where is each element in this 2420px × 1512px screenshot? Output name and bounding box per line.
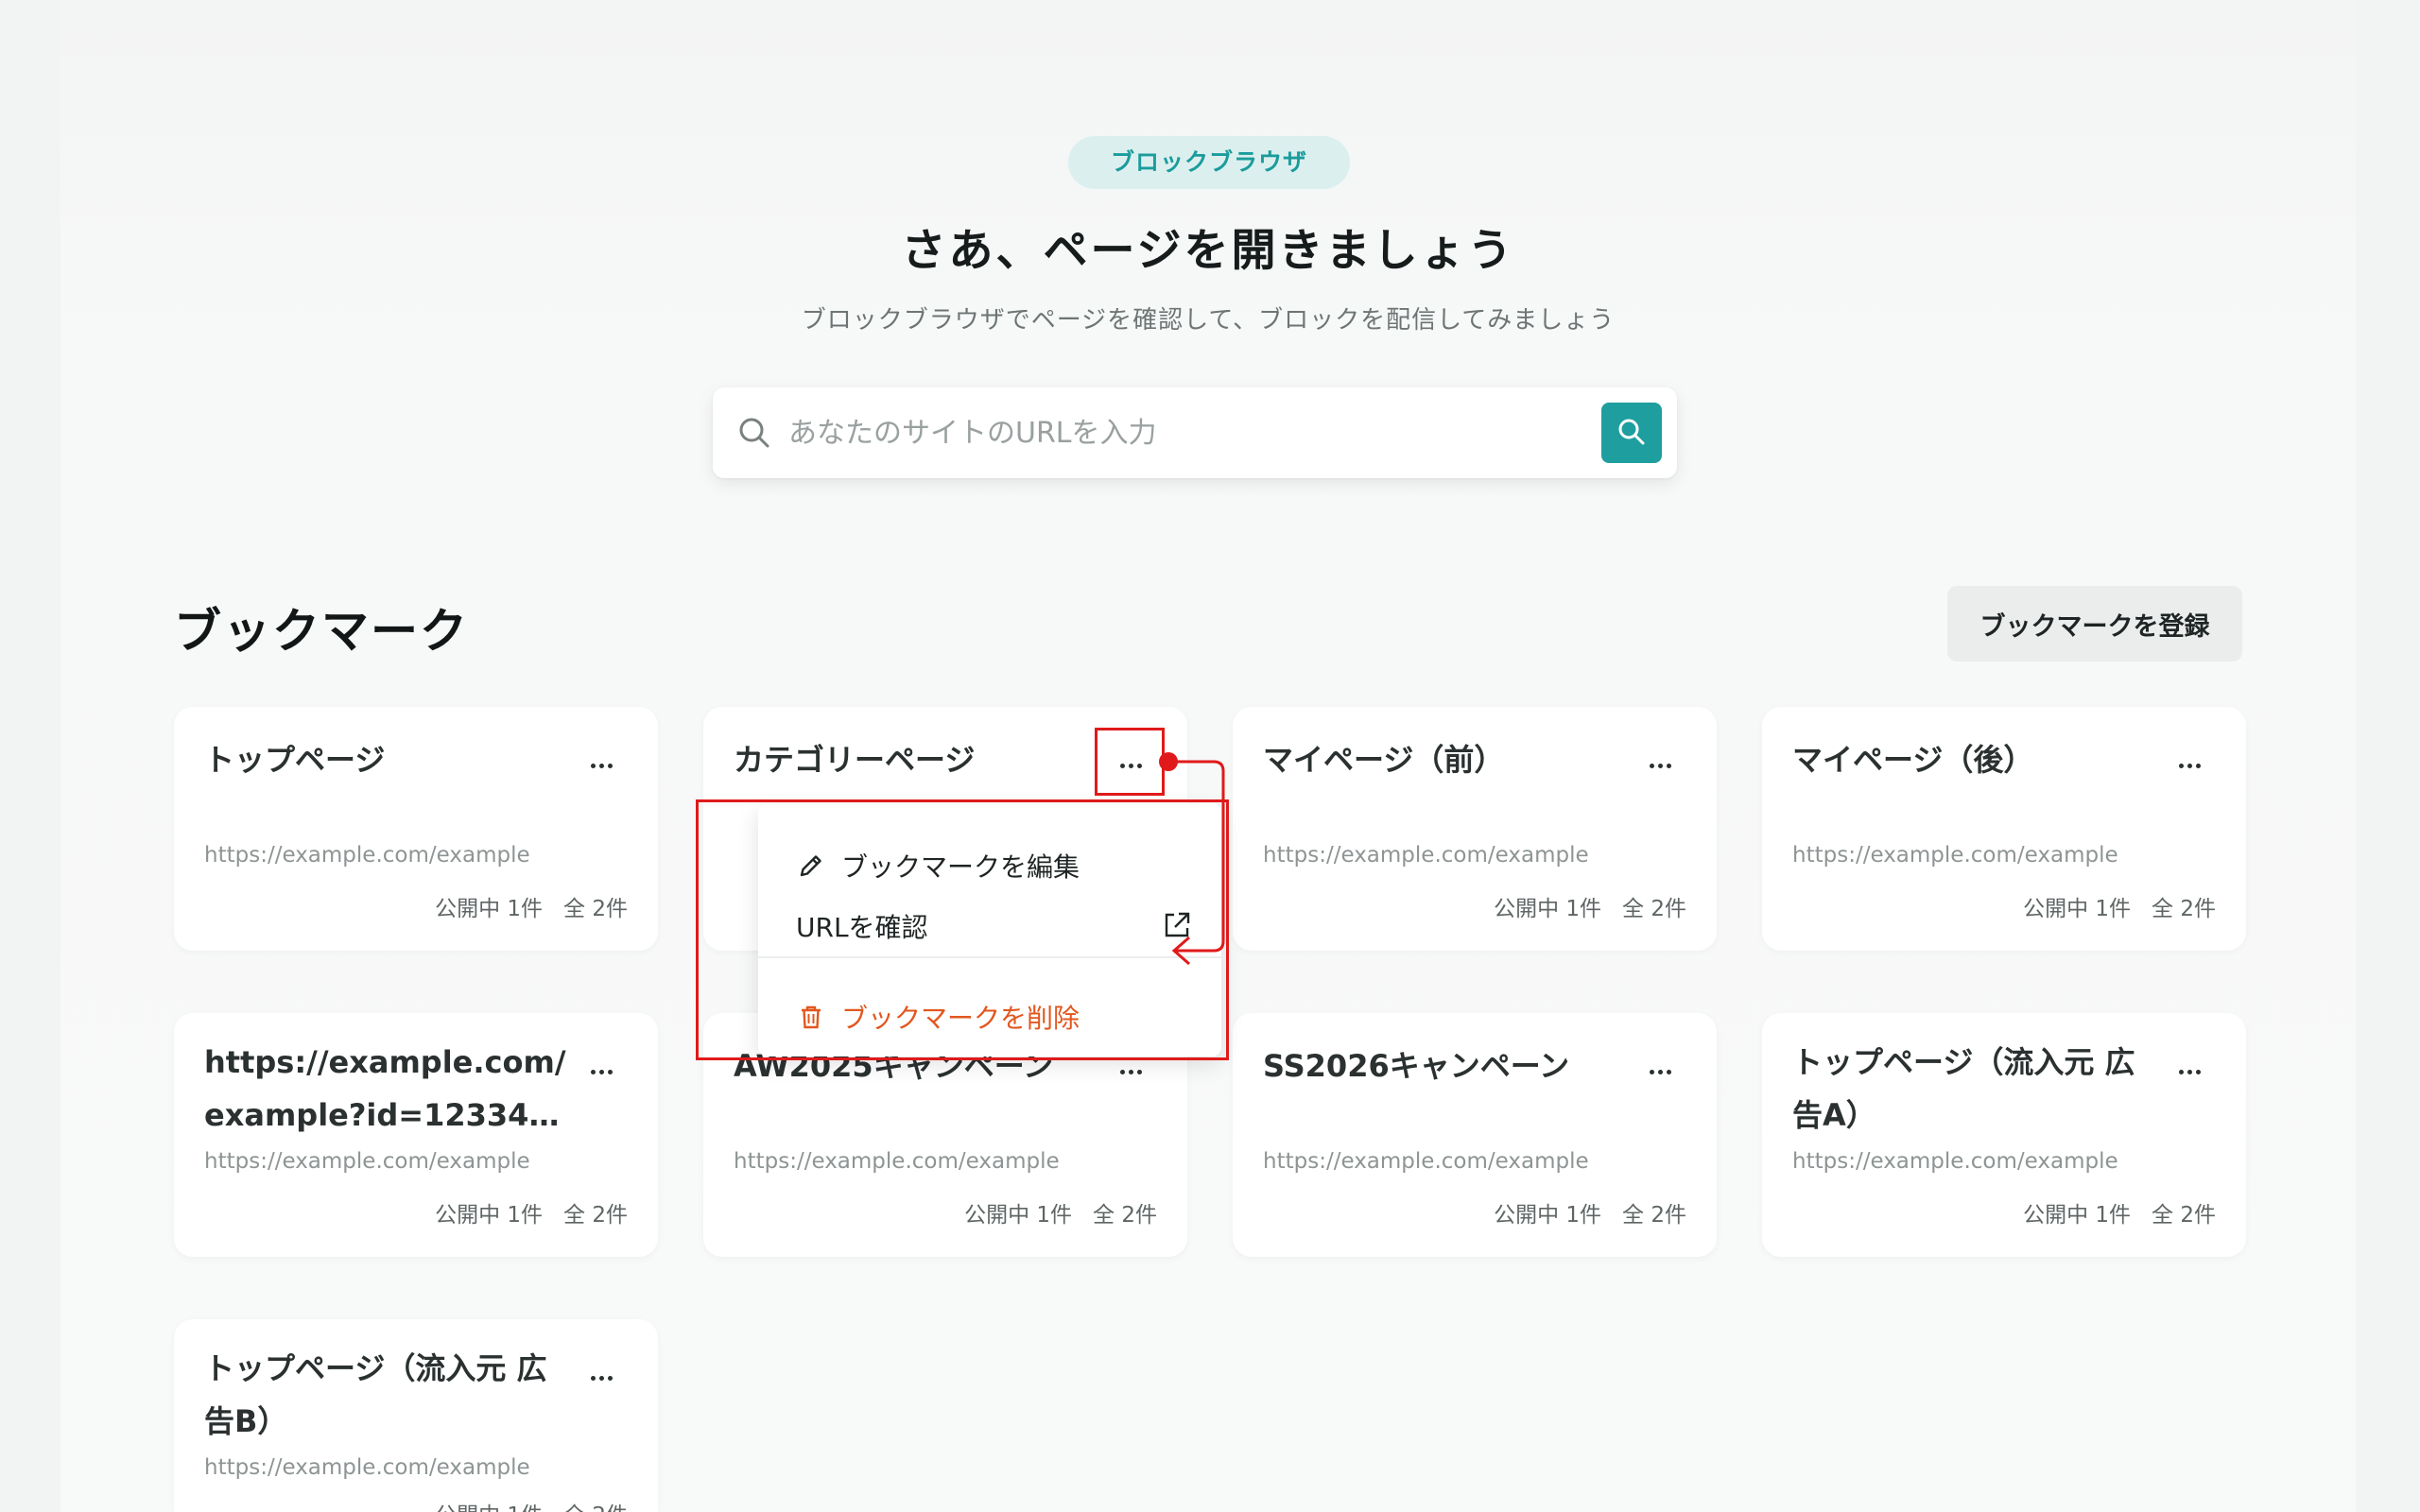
bookmark-stats: 公開中 1件 全 2件 bbox=[435, 1497, 628, 1512]
bookmark-url: https://example.com/example bbox=[204, 1455, 530, 1480]
bookmark-title: マイページ（後） bbox=[1792, 742, 2034, 778]
bookmark-url: https://example.com/example bbox=[1263, 843, 1589, 868]
total-count: 全 2件 bbox=[563, 1497, 628, 1512]
total-count: 全 2件 bbox=[1093, 1203, 1157, 1228]
published-count: 公開中 1件 bbox=[2023, 1203, 2132, 1228]
more-options-button[interactable] bbox=[1641, 747, 1679, 784]
annotation-arrow bbox=[1159, 752, 1225, 966]
bookmark-stats: 公開中 1件 全 2件 bbox=[2023, 890, 2216, 922]
bookmark-title: マイページ（前） bbox=[1263, 742, 1505, 778]
published-count: 公開中 1件 bbox=[435, 1203, 544, 1228]
bookmark-card[interactable]: SS2026キャンペーン https://example.com/example… bbox=[1233, 1013, 1717, 1257]
annotation-highlight-menu bbox=[696, 799, 1229, 1060]
more-options-button[interactable] bbox=[2170, 1053, 2208, 1091]
total-count: 全 2件 bbox=[563, 1203, 628, 1228]
more-options-button[interactable] bbox=[582, 1359, 620, 1397]
bookmark-title: トップページ（流入元 広告B） bbox=[204, 1350, 547, 1439]
bookmark-card[interactable]: トップページ（流入元 広告B） https://example.com/exam… bbox=[174, 1319, 658, 1512]
register-bookmark-button[interactable]: ブックマークを登録 bbox=[1947, 586, 2242, 662]
published-count: 公開中 1件 bbox=[1494, 897, 1602, 921]
bookmark-url: https://example.com/example bbox=[1792, 1149, 2118, 1174]
url-input[interactable] bbox=[788, 404, 1545, 461]
bookmark-title: https://example.com/example?id=1233456… bbox=[204, 1044, 566, 1133]
page-subtitle: ブロックブラウザでページを確認して、ブロックを配信してみましょう bbox=[801, 306, 1616, 335]
bookmark-card[interactable]: マイページ（後） https://example.com/example 公開中… bbox=[1762, 707, 2246, 951]
bookmark-title: トップページ bbox=[204, 742, 386, 778]
bookmark-card[interactable]: https://example.com/example?id=1233456… … bbox=[174, 1013, 658, 1257]
total-count: 全 2件 bbox=[563, 897, 628, 921]
search-icon bbox=[735, 414, 773, 452]
annotation-highlight-more-button bbox=[1095, 728, 1165, 796]
bookmarks-heading: ブックマーク bbox=[174, 604, 469, 659]
bookmark-stats: 公開中 1件 全 2件 bbox=[435, 890, 628, 922]
bookmark-stats: 公開中 1件 全 2件 bbox=[1494, 890, 1686, 922]
product-badge: ブロックブラウザ bbox=[1068, 136, 1350, 189]
published-count: 公開中 1件 bbox=[435, 897, 544, 921]
published-count: 公開中 1件 bbox=[2023, 897, 2132, 921]
published-count: 公開中 1件 bbox=[1494, 1203, 1602, 1228]
total-count: 全 2件 bbox=[2152, 897, 2216, 921]
bookmark-url: https://example.com/example bbox=[204, 843, 530, 868]
more-options-button[interactable] bbox=[582, 747, 620, 784]
more-options-button[interactable] bbox=[582, 1053, 620, 1091]
bookmark-url: https://example.com/example bbox=[204, 1149, 530, 1174]
search-icon bbox=[1616, 416, 1648, 451]
bookmark-stats: 公開中 1件 全 2件 bbox=[435, 1196, 628, 1228]
bookmark-title: SS2026キャンペーン bbox=[1263, 1048, 1570, 1084]
bookmark-url: https://example.com/example bbox=[1263, 1149, 1589, 1174]
bookmark-card[interactable]: トップページ（流入元 広告A） https://example.com/exam… bbox=[1762, 1013, 2246, 1257]
search-button[interactable] bbox=[1601, 403, 1662, 463]
bookmark-title: カテゴリーページ bbox=[734, 742, 976, 778]
bookmark-url: https://example.com/example bbox=[734, 1149, 1060, 1174]
published-count: 公開中 1件 bbox=[964, 1203, 1073, 1228]
bookmark-stats: 公開中 1件 全 2件 bbox=[964, 1196, 1157, 1228]
bookmark-card[interactable]: マイページ（前） https://example.com/example 公開中… bbox=[1233, 707, 1717, 951]
total-count: 全 2件 bbox=[2152, 1203, 2216, 1228]
app-window: ブロックブラウザ さあ、ページを開きましょう ブロックブラウザでページを確認して… bbox=[60, 0, 2356, 1512]
url-search-box bbox=[713, 387, 1677, 478]
bookmark-url: https://example.com/example bbox=[1792, 843, 2118, 868]
more-options-button[interactable] bbox=[1641, 1053, 1679, 1091]
published-count: 公開中 1件 bbox=[435, 1497, 543, 1512]
bookmark-stats: 公開中 1件 全 2件 bbox=[1494, 1196, 1686, 1228]
total-count: 全 2件 bbox=[1622, 1203, 1686, 1228]
bookmark-stats: 公開中 1件 全 2件 bbox=[2023, 1196, 2216, 1228]
bookmark-title: トップページ（流入元 広告A） bbox=[1792, 1044, 2135, 1133]
bookmark-card[interactable]: トップページ https://example.com/example 公開中 1… bbox=[174, 707, 658, 951]
page-title: さあ、ページを開きましょう bbox=[901, 225, 1515, 277]
total-count: 全 2件 bbox=[1622, 897, 1686, 921]
more-options-button[interactable] bbox=[2170, 747, 2208, 784]
